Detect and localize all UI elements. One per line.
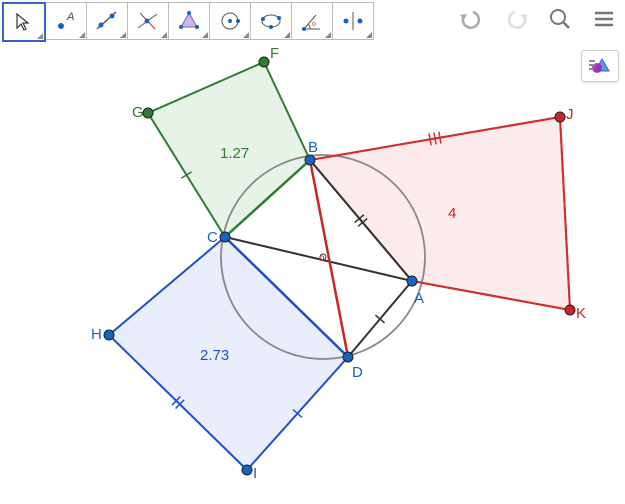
green-area-label: 1.27 [220,145,249,162]
redo-icon [503,8,529,30]
redo-button[interactable] [501,4,531,34]
label-B: B [308,139,318,156]
right-controls [457,4,619,34]
angle-tool[interactable]: o [291,2,333,40]
label-C: C [207,229,218,246]
point-G[interactable] [143,108,153,118]
angle-icon: o [300,9,324,33]
label-G: G [132,104,144,121]
style-icon [587,56,613,76]
menu-icon [592,7,616,31]
style-panel-button[interactable] [581,50,619,82]
red-square[interactable] [310,117,570,310]
circle-center-icon [218,9,242,33]
polygon-icon [177,9,201,33]
search-icon [548,7,572,31]
line-tool[interactable] [86,2,128,40]
point-I[interactable] [242,465,252,475]
search-button[interactable] [545,4,575,34]
label-K: K [576,305,586,322]
label-I: I [253,465,257,482]
label-J: J [566,106,574,123]
point-tool[interactable]: A [45,2,87,40]
move-tool[interactable] [2,2,46,42]
circle-3pt-tool[interactable] [250,2,292,40]
reflect-icon [341,9,365,33]
point-D[interactable] [343,352,353,362]
reflect-tool[interactable] [332,2,374,40]
label-H: H [91,326,102,343]
undo-icon [459,8,485,30]
label-A: A [414,290,424,307]
menu-button[interactable] [589,4,619,34]
perpendicular-icon [135,8,161,34]
blue-area-label: 2.73 [200,347,229,364]
point-J[interactable] [555,112,565,122]
geometry-canvas[interactable]: o A B C D F G H I J K 1.27 2.73 4 [0,0,625,504]
cursor-icon [14,12,34,32]
point-K[interactable] [565,305,575,315]
circle-center-tool[interactable] [209,2,251,40]
undo-button[interactable] [457,4,487,34]
red-side-label: 4 [448,205,456,222]
label-F: F [270,45,279,62]
line-icon [94,8,120,34]
point-A[interactable] [407,276,417,286]
svg-text:o: o [312,21,316,28]
perpendicular-tool[interactable] [127,2,169,40]
point-H[interactable] [104,330,114,340]
svg-text:A: A [66,11,74,23]
point-B[interactable] [305,155,315,165]
label-D: D [352,364,363,381]
polygon-tool[interactable] [168,2,210,40]
center-label: o [319,253,325,264]
point-F[interactable] [259,57,269,67]
ellipse-icon [259,9,283,33]
point-a-icon: A [55,10,77,32]
toolbar: A o [2,2,373,42]
point-C[interactable] [220,232,230,242]
